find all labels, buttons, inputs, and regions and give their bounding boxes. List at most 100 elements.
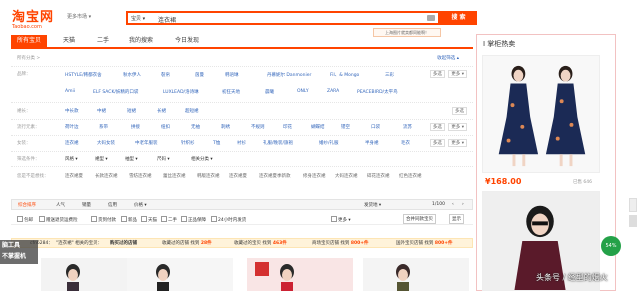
sleeve-dropdown[interactable]: 袖型 ▾ bbox=[125, 156, 138, 162]
length-option[interactable]: 短裙 bbox=[127, 108, 136, 114]
multi-select-button[interactable]: 多选 bbox=[429, 123, 445, 131]
sort-popularity[interactable]: 人气 bbox=[56, 202, 65, 208]
skirt-type-dropdown[interactable]: 裙型 ▾ bbox=[95, 156, 108, 162]
24h-ship-checkbox[interactable]: 24小时内发货 bbox=[211, 216, 246, 223]
brand-option[interactable]: 韩语琳 bbox=[225, 72, 239, 78]
suggest-link[interactable]: 红色连衣裙 bbox=[399, 173, 422, 179]
side-toolbar-button[interactable] bbox=[629, 215, 637, 227]
return-insurance-checkbox[interactable]: 赠送退货运费险 bbox=[39, 216, 78, 223]
collapse-filter-link[interactable]: 收起筛选 ▴ bbox=[437, 55, 459, 61]
sort-sales[interactable]: 销量 bbox=[82, 202, 91, 208]
more-button[interactable]: 更多 ▾ bbox=[448, 139, 467, 147]
display-mode-button[interactable]: 显示 bbox=[449, 214, 464, 224]
element-option[interactable]: 拼接 bbox=[131, 124, 140, 130]
category-option[interactable]: 毛衣 bbox=[401, 140, 410, 146]
length-option[interactable]: 超短裙 bbox=[185, 108, 199, 114]
brand-option[interactable]: 三彩 bbox=[385, 72, 394, 78]
suggest-link[interactable]: 大码连衣裙 bbox=[335, 173, 358, 179]
merge-same-button[interactable]: 合并同款宝贝 bbox=[403, 214, 436, 224]
suggest-link[interactable]: 碎花连衣裙 bbox=[367, 173, 390, 179]
product-card[interactable] bbox=[127, 258, 233, 291]
length-option[interactable]: 中长款 bbox=[65, 108, 79, 114]
category-option[interactable]: 半身裙 bbox=[365, 140, 379, 146]
search-button[interactable]: 搜 索 bbox=[440, 11, 477, 25]
suggest-link[interactable]: 修身连衣裙 bbox=[303, 173, 326, 179]
multi-select-button[interactable]: 多选 bbox=[429, 139, 445, 147]
category-option[interactable]: 衬衫 bbox=[237, 140, 246, 146]
category-option[interactable]: 针织衫 bbox=[181, 140, 195, 146]
length-option[interactable]: 长裙 bbox=[157, 108, 166, 114]
brand-option[interactable]: 茵曼 bbox=[195, 72, 204, 78]
foreign-shops-link[interactable]: 国外宝贝店铺 找到 800+件 bbox=[396, 240, 453, 246]
brand-option[interactable]: PEACEBIRD/太平鸟 bbox=[357, 89, 398, 95]
tmall-checkbox[interactable]: 天猫 bbox=[141, 216, 157, 223]
brand-option[interactable]: 裂帛 bbox=[161, 72, 170, 78]
more-button[interactable]: 更多 ▾ bbox=[448, 123, 467, 131]
size-dropdown[interactable]: 尺码 ▾ bbox=[157, 156, 170, 162]
element-option[interactable]: 印花 bbox=[283, 124, 292, 130]
category-option[interactable]: 大码女装 bbox=[97, 140, 115, 146]
sort-price[interactable]: 价格 ▾ bbox=[134, 202, 147, 208]
element-option[interactable]: 刺绣 bbox=[221, 124, 230, 130]
brand-option[interactable]: LUXLEAD/洛诗琳 bbox=[163, 89, 199, 95]
brand-option[interactable]: 秋水伊人 bbox=[123, 72, 141, 78]
brand-option[interactable]: ELF SACK/妖精的口袋 bbox=[93, 89, 138, 95]
suggest-link[interactable]: 连衣裙夏 bbox=[65, 173, 83, 179]
tab-all[interactable]: 所有宝贝 bbox=[11, 35, 48, 47]
camera-icon[interactable] bbox=[427, 15, 435, 21]
suggest-link[interactable]: 蕾丝连衣裙 bbox=[163, 173, 186, 179]
suggest-link[interactable]: 雪纺连衣裙 bbox=[129, 173, 152, 179]
genuine-checkbox[interactable]: 正品保障 bbox=[181, 216, 206, 223]
element-option[interactable]: 镂空 bbox=[341, 124, 350, 130]
search-input[interactable] bbox=[158, 14, 398, 24]
tab-tmall[interactable]: 天猫 bbox=[57, 35, 81, 47]
suggest-link[interactable]: 韩版连衣裙 bbox=[197, 173, 220, 179]
more-button[interactable]: 更多 ▾ bbox=[448, 70, 467, 78]
mall-shops-link[interactable]: 商场宝贝店铺 找到 800+件 bbox=[312, 240, 369, 246]
tab-secondhand[interactable]: 二手 bbox=[91, 35, 115, 47]
sort-default[interactable]: 综合排序 bbox=[18, 202, 36, 208]
brand-option[interactable]: ONLY bbox=[297, 89, 309, 94]
multi-select-button[interactable]: 多选 bbox=[429, 70, 445, 78]
brand-option[interactable]: 晨曦 bbox=[265, 89, 274, 95]
product-card[interactable] bbox=[247, 258, 353, 291]
category-option[interactable]: 礼服/晚装/旗袍 bbox=[263, 140, 293, 146]
brand-option[interactable]: 初狂天地 bbox=[222, 89, 240, 95]
secondhand-checkbox[interactable]: 二手 bbox=[161, 216, 177, 223]
next-page-button[interactable]: › bbox=[462, 202, 464, 207]
category-option[interactable]: T恤 bbox=[213, 140, 220, 146]
search-scope-select[interactable]: 宝贝 ▾ bbox=[131, 15, 145, 22]
multi-select-button[interactable]: 多选 bbox=[452, 107, 467, 115]
bought-shops-link[interactable]: 购买过的店铺 bbox=[110, 240, 137, 246]
element-option[interactable]: 流苏 bbox=[403, 124, 412, 130]
prev-page-button[interactable]: ‹ bbox=[452, 202, 454, 207]
taobao-logo[interactable]: 淘宝网 Taobao.com bbox=[12, 6, 62, 30]
filter-label[interactable]: 所有分类 > bbox=[17, 55, 40, 61]
cod-checkbox[interactable]: 货到付款 bbox=[91, 216, 116, 223]
element-option[interactable]: 蝴蝶结 bbox=[311, 124, 325, 130]
category-option[interactable]: 婚纱/礼服 bbox=[319, 140, 339, 146]
suggest-link[interactable]: 长款连衣裙 bbox=[95, 173, 118, 179]
category-option[interactable]: 连衣裙 bbox=[65, 140, 79, 146]
region-select[interactable]: 更多市场 ▾ bbox=[67, 13, 91, 20]
fav-items-link[interactable]: 收藏过的宝贝 找到 463件 bbox=[234, 240, 287, 246]
element-option[interactable]: 口袋 bbox=[371, 124, 380, 130]
length-option[interactable]: 中裙 bbox=[97, 108, 106, 114]
tab-my-search[interactable]: 我的搜索 bbox=[123, 35, 159, 47]
product-photo[interactable] bbox=[482, 55, 600, 173]
side-toolbar-button[interactable] bbox=[629, 198, 637, 212]
more-services-dropdown[interactable]: 更多 ▾ bbox=[331, 216, 351, 223]
element-option[interactable]: 纽扣 bbox=[161, 124, 170, 130]
fav-shops-link[interactable]: 收藏过的店铺 找到 28件 bbox=[162, 240, 212, 246]
brand-option[interactable]: HSTYLE/韩都衣舍 bbox=[65, 72, 102, 78]
category-option[interactable]: 中老年服装 bbox=[135, 140, 158, 146]
suggest-link[interactable]: 连衣裙夏 bbox=[229, 173, 247, 179]
suggest-link[interactable]: 连衣裙夏季新款 bbox=[259, 173, 291, 179]
free-shipping-checkbox[interactable]: 包邮 bbox=[17, 216, 33, 223]
brand-option[interactable]: Fil、& Mongo bbox=[330, 72, 359, 78]
element-option[interactable]: 系带 bbox=[99, 124, 108, 130]
new-checkbox[interactable]: 新品 bbox=[121, 216, 137, 223]
element-option[interactable]: 无袖 bbox=[191, 124, 200, 130]
product-card[interactable] bbox=[363, 258, 469, 291]
brand-option[interactable]: 丹慕妮尔 Danmonier bbox=[267, 72, 311, 78]
